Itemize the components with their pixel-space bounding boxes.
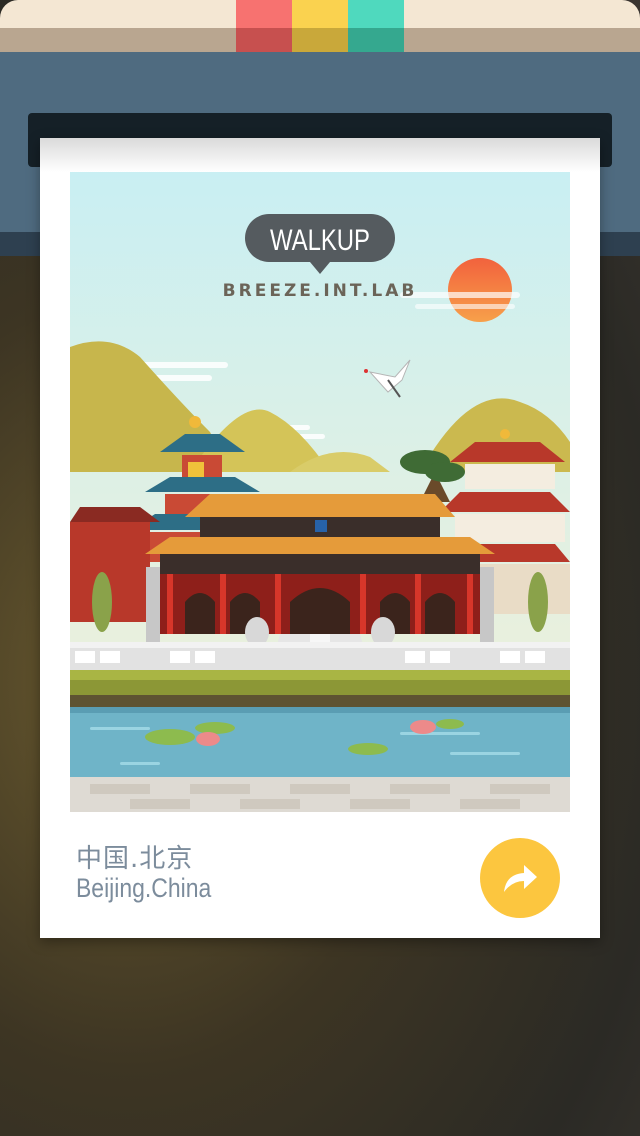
sun-icon bbox=[448, 258, 512, 322]
cypress-tree-icon bbox=[528, 572, 548, 632]
location-name-en: Beijing.China bbox=[76, 873, 212, 903]
swatch-yellow-shade bbox=[292, 28, 348, 52]
swatch-red-shade bbox=[236, 28, 292, 52]
location-name-cn: 中国.北京 bbox=[76, 844, 194, 874]
postcard-top-shade bbox=[40, 138, 600, 172]
beijing-palace-illustration: WALKUP BREEZE.INT.LAB bbox=[70, 172, 570, 812]
poster-illustration: WALKUP BREEZE.INT.LAB bbox=[70, 172, 570, 812]
location-label: 中国.北京 Beijing.China bbox=[76, 844, 235, 902]
palace-hall-icon bbox=[145, 494, 495, 634]
swatch-teal-shade bbox=[348, 28, 404, 52]
poster-subtitle: BREEZE.INT.LAB bbox=[223, 281, 418, 301]
share-arrow-icon bbox=[504, 865, 537, 892]
cypress-tree-icon bbox=[92, 572, 112, 632]
brand-logo: WALKUP bbox=[270, 224, 370, 257]
postcard: WALKUP BREEZE.INT.LAB 中国.北京 Beijing.Chin… bbox=[40, 138, 600, 938]
share-button[interactable] bbox=[480, 838, 560, 918]
